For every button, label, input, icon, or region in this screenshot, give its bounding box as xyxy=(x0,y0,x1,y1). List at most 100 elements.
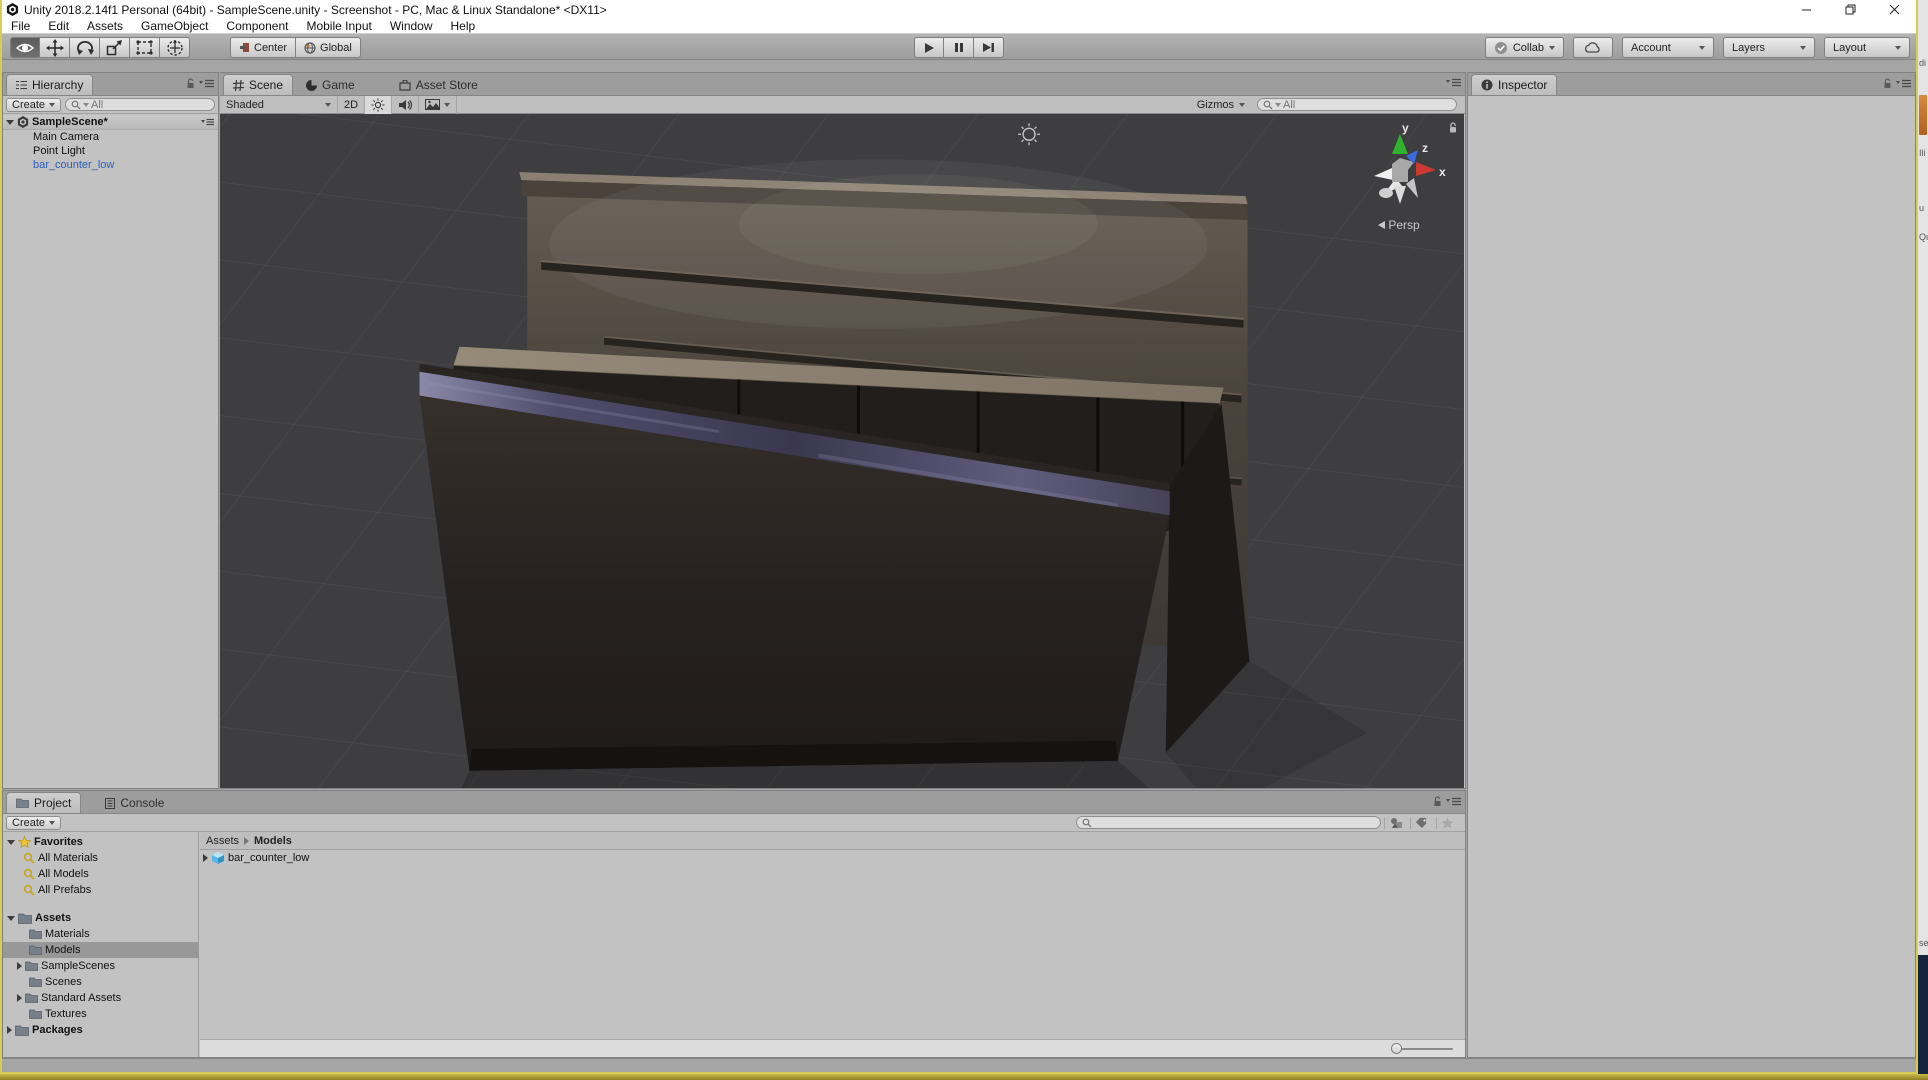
collab-button[interactable]: Collab xyxy=(1484,37,1564,58)
folder-samplescenes[interactable]: SampleScenes xyxy=(3,958,198,974)
menu-window[interactable]: Window xyxy=(381,19,442,33)
projection-toggle[interactable]: Persp xyxy=(1356,218,1442,232)
icon-size-slider[interactable] xyxy=(1391,1043,1453,1054)
project-search[interactable] xyxy=(1076,816,1381,829)
scene-viewport[interactable]: y z x Persp xyxy=(220,114,1464,788)
folder-models[interactable]: Models xyxy=(3,942,198,958)
menu-mobile-input[interactable]: Mobile Input xyxy=(297,19,380,33)
shading-mode-dropdown[interactable]: Shaded xyxy=(220,95,338,114)
filter-type-button[interactable] xyxy=(1384,816,1407,829)
hierarchy-item-main-camera[interactable]: Main Camera xyxy=(3,130,218,144)
axis-x-label[interactable]: x xyxy=(1439,165,1446,179)
favorites-all-prefabs[interactable]: All Prefabs xyxy=(3,882,198,898)
space-toggle-button[interactable]: Global xyxy=(296,37,361,58)
lock-icon[interactable] xyxy=(1433,796,1442,807)
gizmos-dropdown[interactable]: Gizmos xyxy=(1193,99,1249,111)
menu-gameobject[interactable]: GameObject xyxy=(132,19,217,33)
step-button[interactable] xyxy=(974,37,1004,58)
close-button[interactable] xyxy=(1872,0,1916,19)
panel-menu-icon[interactable] xyxy=(1446,797,1461,806)
project-search-input[interactable] xyxy=(1094,817,1375,828)
folder-standard-assets[interactable]: Standard Assets xyxy=(3,990,198,1006)
effects-toggle-button[interactable] xyxy=(419,95,458,114)
hierarchy-search[interactable] xyxy=(65,98,215,111)
folder-textures[interactable]: Textures xyxy=(3,1006,198,1022)
filter-label-button[interactable] xyxy=(1410,816,1433,829)
minimize-button[interactable] xyxy=(1784,0,1828,19)
rotate-tool-button[interactable] xyxy=(70,37,100,58)
assets-root[interactable]: Assets xyxy=(3,910,198,926)
hierarchy-create-button[interactable]: Create xyxy=(6,97,62,112)
lighting-toggle-button[interactable] xyxy=(365,95,393,114)
pause-button[interactable] xyxy=(944,37,974,58)
disclosure-triangle-icon[interactable] xyxy=(17,994,22,1002)
move-tool-button[interactable] xyxy=(40,37,70,58)
center-icon xyxy=(239,42,250,53)
disclosure-triangle-icon[interactable] xyxy=(7,839,15,845)
tab-inspector[interactable]: Inspector xyxy=(1471,74,1558,95)
rect-tool-button[interactable] xyxy=(130,37,160,58)
menu-help[interactable]: Help xyxy=(442,19,485,33)
window-controls xyxy=(1784,0,1916,19)
menu-edit[interactable]: Edit xyxy=(39,19,78,33)
tab-hierarchy[interactable]: Hierarchy xyxy=(6,74,94,95)
lock-icon[interactable] xyxy=(1883,78,1892,89)
pivot-toggle-button[interactable]: Center xyxy=(230,37,297,58)
menu-assets[interactable]: Assets xyxy=(78,19,132,33)
assets-label: Assets xyxy=(35,912,72,924)
account-dropdown[interactable]: Account xyxy=(1622,37,1714,58)
layers-dropdown[interactable]: Layers xyxy=(1723,37,1815,58)
scene-search[interactable] xyxy=(1257,98,1457,111)
disclosure-triangle-icon[interactable] xyxy=(7,1026,12,1034)
breadcrumb-assets[interactable]: Assets xyxy=(206,835,239,847)
disclosure-triangle-icon[interactable] xyxy=(203,853,208,862)
scene-header-row[interactable]: SampleScene* xyxy=(3,115,218,130)
audio-toggle-button[interactable] xyxy=(392,95,420,114)
tab-game[interactable]: Game xyxy=(296,74,365,95)
hierarchy-item-bar-counter-low[interactable]: bar_counter_low xyxy=(3,158,218,172)
disclosure-triangle-icon[interactable] xyxy=(6,119,14,125)
play-button[interactable] xyxy=(914,37,944,58)
packages-root[interactable]: Packages xyxy=(3,1022,198,1038)
bar-counter-model[interactable] xyxy=(419,159,1368,788)
tab-asset-store[interactable]: Asset Store xyxy=(389,74,488,95)
caret-down-icon xyxy=(83,102,90,107)
disclosure-triangle-icon[interactable] xyxy=(7,915,15,921)
axis-gizmo[interactable]: y z x xyxy=(1362,120,1448,216)
scene-search-input[interactable] xyxy=(1283,99,1451,110)
lock-icon[interactable] xyxy=(186,78,195,89)
project-create-button[interactable]: Create xyxy=(6,815,62,830)
panel-menu-icon[interactable] xyxy=(1446,78,1461,87)
layout-dropdown[interactable]: Layout xyxy=(1824,37,1910,58)
folder-materials[interactable]: Materials xyxy=(3,926,198,942)
tab-scene[interactable]: Scene xyxy=(223,74,294,95)
restore-button[interactable] xyxy=(1828,0,1872,19)
breadcrumb-models[interactable]: Models xyxy=(254,835,292,847)
disclosure-triangle-icon[interactable] xyxy=(17,962,22,970)
axis-y-label[interactable]: y xyxy=(1402,121,1409,135)
transform-tool-button[interactable] xyxy=(160,37,190,58)
asset-item-bar-counter-low[interactable]: bar_counter_low xyxy=(200,850,1465,865)
filter-star-button[interactable] xyxy=(1436,816,1458,829)
menu-file[interactable]: File xyxy=(2,19,39,33)
axis-z-label[interactable]: z xyxy=(1422,141,1428,155)
cloud-button[interactable] xyxy=(1573,37,1613,58)
2d-toggle-button[interactable]: 2D xyxy=(338,95,366,114)
slider-knob[interactable] xyxy=(1391,1043,1402,1054)
favorites-header[interactable]: Favorites xyxy=(3,834,198,850)
favorites-all-models[interactable]: All Models xyxy=(3,866,198,882)
tab-console[interactable]: Console xyxy=(95,792,174,813)
favorites-all-materials[interactable]: All Materials xyxy=(3,850,198,866)
panel-menu-icon[interactable] xyxy=(199,79,214,88)
menu-component[interactable]: Component xyxy=(217,19,297,33)
hierarchy-search-input[interactable] xyxy=(91,99,209,110)
view-tool-button[interactable] xyxy=(10,37,40,58)
rotation-lock-icon[interactable] xyxy=(1448,122,1458,134)
scale-tool-button[interactable] xyxy=(100,37,130,58)
folder-scenes[interactable]: Scenes xyxy=(3,974,198,990)
panel-menu-icon[interactable] xyxy=(201,118,214,126)
tab-project[interactable]: Project xyxy=(6,792,82,813)
point-light-gizmo[interactable] xyxy=(1018,123,1041,146)
hierarchy-item-point-light[interactable]: Point Light xyxy=(3,144,218,158)
panel-menu-icon[interactable] xyxy=(1896,79,1911,88)
